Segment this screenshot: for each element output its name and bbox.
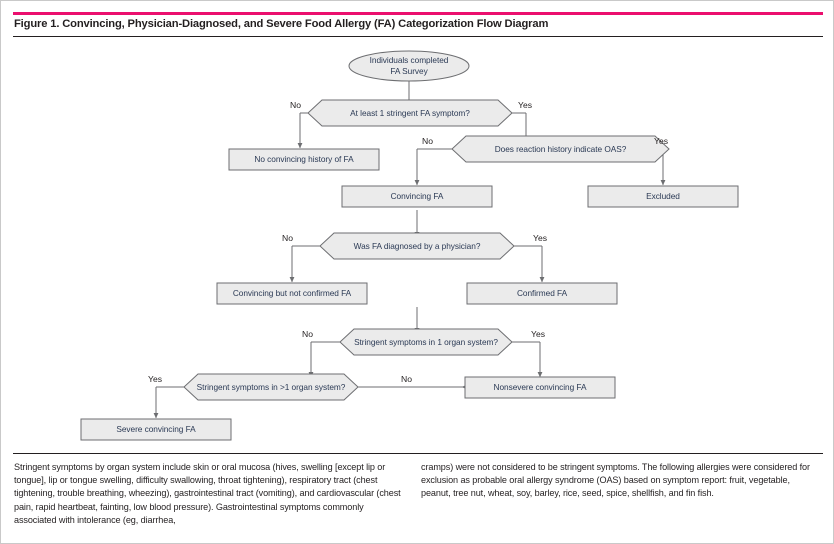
node-severe [80, 418, 232, 441]
accent-rule [13, 12, 823, 15]
edge-label-q4-no: No [302, 329, 313, 339]
node-nonsevere [464, 376, 616, 399]
figure-panel: Figure 1. Convincing, Physician-Diagnose… [0, 0, 834, 544]
edge-label-q1-no: No [290, 100, 301, 110]
node-convincing [341, 185, 493, 208]
figure-title: Figure 1. Convincing, Physician-Diagnose… [14, 18, 549, 30]
edge-label-q5-no: No [401, 374, 412, 384]
edge-label-q2-yes: Yes [654, 136, 669, 146]
edge-label-q5-yes: Yes [148, 374, 163, 384]
flow-diagram-canvas [80, 50, 739, 441]
node-no-history [228, 148, 380, 171]
node-confirmed [466, 282, 618, 305]
edge-label-q4-yes: Yes [531, 329, 546, 339]
node-q2 [451, 135, 670, 163]
edge-label-q3-no: No [282, 233, 293, 243]
edge-label-q2-no: No [422, 136, 433, 146]
node-start [348, 50, 470, 82]
title-divider [13, 36, 823, 38]
edge-label-q1-yes: Yes [518, 100, 533, 110]
footnote-column-right: cramps) were not considered to be string… [421, 462, 810, 499]
node-not-confirmed [216, 282, 368, 305]
flow-diagram: Individuals completed FA Survey At least… [1, 39, 834, 451]
footnote-column-left: Stringent symptoms by organ system inclu… [14, 462, 401, 525]
node-q1 [307, 99, 513, 127]
node-q3 [319, 232, 515, 260]
footnote-divider [13, 453, 823, 455]
node-q5 [183, 373, 359, 401]
node-excluded [587, 185, 739, 208]
edge-label-q3-yes: Yes [533, 233, 548, 243]
node-q4 [339, 328, 513, 356]
